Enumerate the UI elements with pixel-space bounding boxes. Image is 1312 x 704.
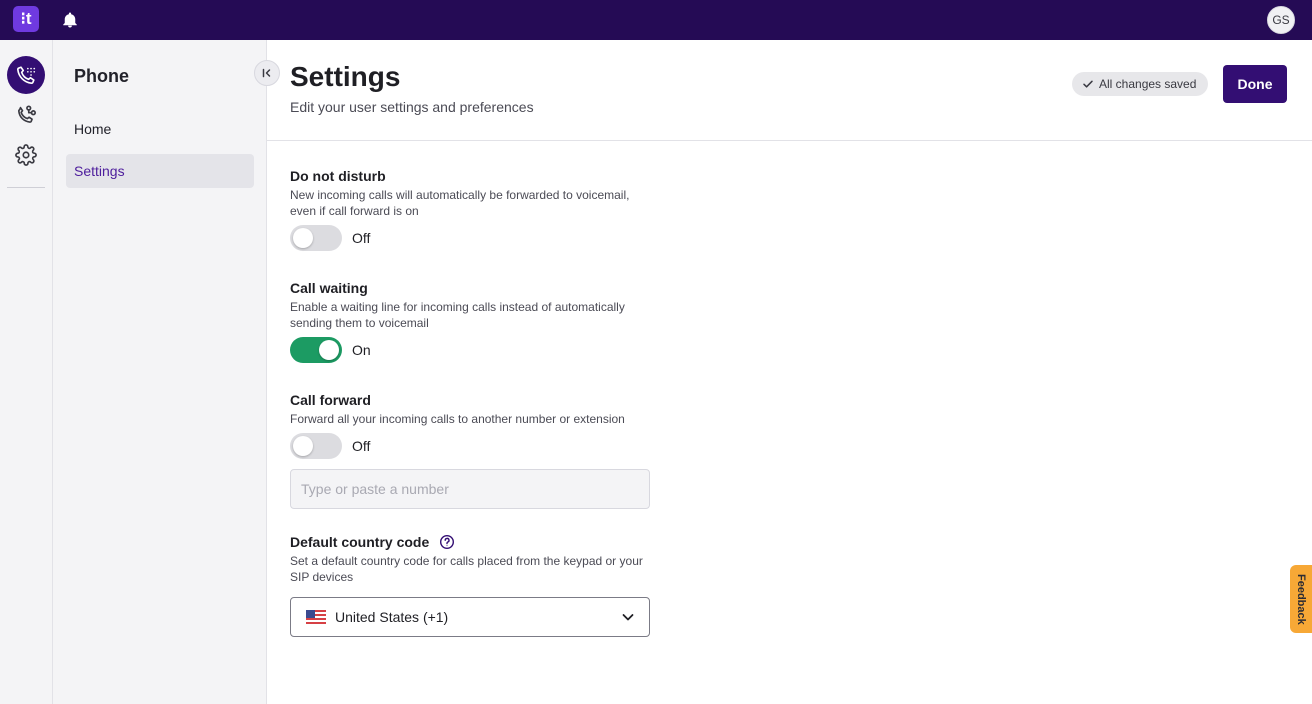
user-avatar[interactable]: GS [1267,6,1295,34]
call-waiting-toggle-state: On [352,342,371,358]
rail-settings-button[interactable] [7,136,45,174]
setting-label: Do not disturb [290,168,386,184]
gear-icon [15,144,37,166]
help-icon[interactable] [439,534,455,550]
setting-label: Default country code [290,534,650,550]
setting-label: Call waiting [290,280,368,296]
setting-label: Call forward [290,392,371,408]
toggle-knob [319,340,339,360]
toggle-knob [293,228,313,248]
collapse-sidebar-button[interactable] [254,60,280,86]
setting-description: New incoming calls will automatically be… [290,188,630,218]
phone-keypad-icon [17,66,36,84]
app-rail [0,40,53,704]
top-bar: ⁝t GS [0,0,1312,40]
page-subtitle: Edit your user settings and preferences [290,99,534,115]
us-flag-icon [306,610,326,624]
call-forward-toggle-state: Off [352,438,371,454]
toggle-knob [293,436,313,456]
setting-country-code: Default country code Set a default count… [290,534,650,585]
dnd-toggle-state: Off [352,230,371,246]
sidenav-title: Phone [74,66,130,86]
page-title: Settings [290,61,401,92]
nav-item-settings[interactable]: Settings [66,154,254,188]
feedback-label: Feedback [1295,573,1307,625]
call-forward-toggle[interactable] [290,433,342,459]
collapse-left-icon [262,68,271,78]
check-icon [1083,80,1093,88]
setting-description: Forward all your incoming calls to anoth… [290,412,625,426]
setting-call-waiting: Call waiting Enable a waiting line for i… [290,280,650,363]
done-button[interactable]: Done [1223,65,1287,103]
nav-item-home[interactable]: Home [66,112,254,146]
setting-call-forward: Call forward Forward all your incoming c… [290,392,650,459]
setting-description: Enable a waiting line for incoming calls… [290,300,625,330]
setting-description: Set a default country code for calls pla… [290,554,643,584]
country-code-select[interactable]: United States (+1) [290,597,650,637]
status-badge-label: All changes saved [1099,77,1197,91]
setting-do-not-disturb: Do not disturb New incoming calls will a… [290,168,650,251]
page-header: Settings Edit your user settings and pre… [267,40,1312,141]
rail-divider [7,187,45,188]
rail-phone-button[interactable] [7,56,45,94]
rail-routing-button[interactable] [7,96,45,134]
call-routing-icon [18,105,36,123]
side-nav: Phone Home Settings [53,40,267,704]
call-waiting-toggle[interactable] [290,337,342,363]
country-code-value: United States (+1) [335,609,449,625]
status-badge: All changes saved [1072,72,1209,96]
forward-number-input[interactable] [290,469,650,509]
app-logo[interactable]: ⁝t [13,6,39,32]
bell-icon[interactable] [61,11,79,29]
dnd-toggle[interactable] [290,225,342,251]
chevron-down-icon [622,614,634,621]
feedback-tab[interactable]: Feedback [1290,565,1312,633]
